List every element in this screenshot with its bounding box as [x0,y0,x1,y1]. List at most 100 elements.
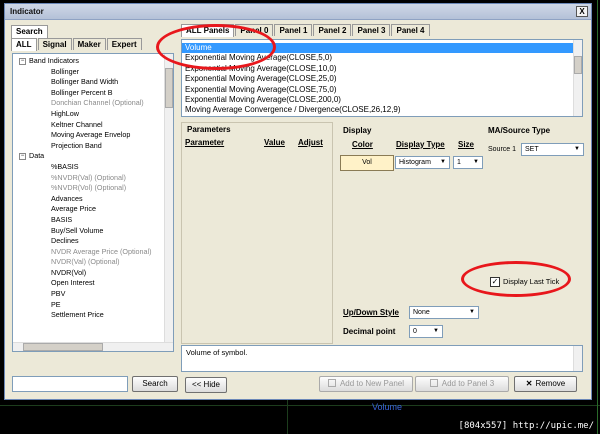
decimal-point-value: 0 [413,328,417,335]
remove-label: Remove [535,379,566,388]
tree-horizontal-scrollbar[interactable] [13,342,173,351]
tree-item[interactable]: NVDR(Vol) [13,268,173,279]
hide-button[interactable]: << Hide [185,377,227,393]
tree-item-label: PE [51,299,61,309]
tree-item[interactable]: Declines [13,236,173,247]
collapse-icon[interactable]: − [19,57,26,65]
chevron-down-icon: ▼ [574,146,580,152]
tree-item-label: %NVDR(Val) (Optional) [51,172,126,182]
tree-item-label: Bollinger Percent B [51,87,113,97]
color-header: Color [352,140,373,149]
updown-style-select[interactable]: None ▼ [409,306,479,319]
add-to-panel-button[interactable]: Add to Panel 3 [415,376,509,392]
updown-style-label: Up/Down Style [343,308,400,317]
search-input[interactable] [12,376,128,392]
tree-item[interactable]: PBV [13,289,173,300]
indicator-dialog: Indicator X Search ALL Signal Maker Expert … [4,3,592,400]
watermark-stamp: [804x557] http://upic.me/ [458,421,594,431]
chevron-down-icon: ▼ [440,159,446,165]
list-item[interactable]: Exponential Moving Average(CLOSE,200,0) [182,95,582,105]
background-gridline [287,400,288,434]
tab-panel-3[interactable]: Panel 3 [352,24,391,36]
tree-item-label: Band Indicators [29,56,79,65]
collapse-icon[interactable]: − [19,152,26,160]
add-icon [327,379,336,387]
tree-item[interactable]: NVDR(Val) (Optional) [13,257,173,268]
source-value: SET [525,146,539,153]
decimal-point-select[interactable]: 0 ▼ [409,325,443,338]
tree-item-label: Average Price [51,204,97,214]
display-type-header: Display Type [396,140,445,149]
tree-item-label: Moving Average Envelop [51,130,131,140]
ma-source-title: MA/Source Type [488,126,551,135]
tree-item[interactable]: Buy/Sell Volume [13,226,173,237]
add-to-label: Add to Panel 3 [441,379,495,388]
tab-panel-4[interactable]: Panel 4 [391,24,430,36]
tree-item-label: Donchian Channel (Optional) [51,98,144,108]
tab-search[interactable]: Search [11,25,48,38]
close-icon[interactable]: X [576,6,588,17]
display-type-select[interactable]: Histogram ▼ [395,156,450,169]
color-swatch[interactable]: Vol [340,155,394,171]
description-box: Volume of symbol. [181,345,583,372]
tree-item[interactable]: Settlement Price [13,310,173,321]
tree-item[interactable]: Open Interest [13,278,173,289]
tab-expert[interactable]: Expert [106,38,142,50]
parameters-title: Parameters [187,125,231,134]
search-button[interactable]: Search [132,376,178,392]
tree-item-label: Advances [51,193,83,203]
tree-item[interactable]: Bollinger Percent B [13,88,173,99]
tree-item[interactable]: HighLow [13,109,173,120]
color-swatch-label: Vol [362,159,372,166]
indicator-tree: − Band Indicators Bollinger Bollinger Band … [12,53,174,352]
description-scrollbar[interactable] [573,346,582,371]
tree-item[interactable]: Keltner Channel [13,120,173,131]
tree-item[interactable]: NVDR Average Price (Optional) [13,247,173,258]
add-to-new-panel-button[interactable]: Add to New Panel [319,376,413,392]
size-select[interactable]: 1 ▼ [453,156,483,169]
tree-item[interactable]: Average Price [13,204,173,215]
size-value: 1 [457,159,461,166]
tree-item-label: Bollinger [51,66,79,76]
tree-vertical-scrollbar[interactable] [164,54,173,351]
add-new-label: Add to New Panel [339,379,405,388]
dialog-title: Indicator [10,7,44,16]
tab-signal[interactable]: Signal [37,38,72,50]
tree-item[interactable]: Projection Band [13,141,173,152]
remove-button[interactable]: ✕ Remove [514,376,577,392]
tree-item-label: HighLow [51,108,79,118]
tree-item[interactable]: %NVDR(Vol) (Optional) [13,183,173,194]
tree-item[interactable]: %NVDR(Val) (Optional) [13,173,173,184]
display-title: Display [343,126,372,135]
tree-item-label: Projection Band [51,140,102,150]
tree-item-label: NVDR Average Price (Optional) [51,246,152,256]
param-header-value: Value [264,138,285,147]
title-bar: Indicator X [5,4,591,20]
background-volume-label: Volume [372,402,403,412]
tree-item-label: Buy/Sell Volume [51,225,104,235]
tree-item[interactable]: Advances [13,194,173,205]
list-item[interactable]: Exponential Moving Average(CLOSE,75,0) [182,85,582,95]
tab-panel-2[interactable]: Panel 2 [313,24,352,36]
tab-panel-1[interactable]: Panel 1 [274,24,313,36]
tree-item-label: BASIS [51,214,73,224]
tree-item[interactable]: BASIS [13,215,173,226]
tree-group[interactable]: − Data [13,151,173,162]
source-select[interactable]: SET ▼ [521,143,584,156]
tree-item[interactable]: %BASIS [13,162,173,173]
tree-item[interactable]: PE [13,300,173,311]
tree-item[interactable]: Bollinger [13,67,173,78]
list-item[interactable]: Exponential Moving Average(CLOSE,25,0) [182,74,582,84]
tree-group[interactable]: − Band Indicators [13,56,173,67]
param-header-adjust: Adjust [298,138,323,147]
tree-item-label: PBV [51,289,66,299]
tab-maker[interactable]: Maker [72,38,106,50]
tab-all[interactable]: ALL [11,38,37,51]
list-item[interactable]: Moving Average Convergence / Divergence(… [182,105,582,115]
add-icon [429,379,438,387]
tree-item[interactable]: Donchian Channel (Optional) [13,98,173,109]
description-text: Volume of symbol. [186,348,248,357]
tree-item[interactable]: Bollinger Band Width [13,77,173,88]
list-scrollbar[interactable] [573,40,582,116]
tree-item[interactable]: Moving Average Envelop [13,130,173,141]
